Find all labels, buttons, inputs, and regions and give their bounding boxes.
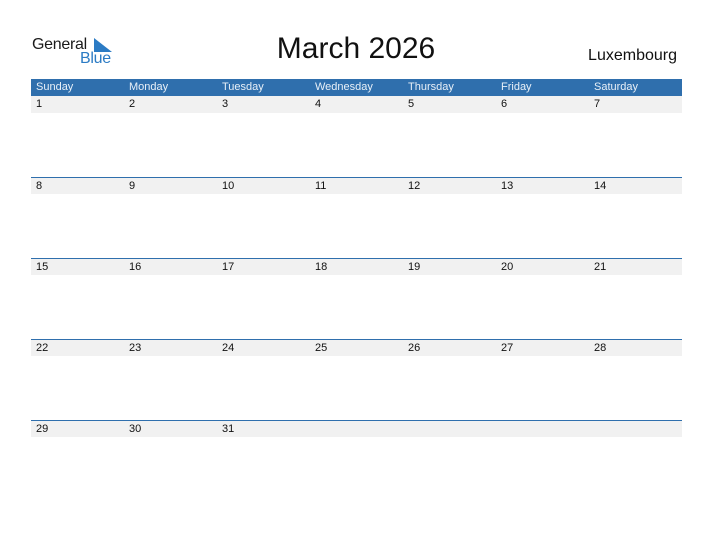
weekday-thursday: Thursday bbox=[408, 81, 454, 93]
date-band: 29 30 31 bbox=[31, 421, 682, 437]
day-cell: 7 bbox=[594, 98, 601, 110]
day-cell: 27 bbox=[501, 342, 514, 354]
day-cell: 21 bbox=[594, 261, 607, 273]
day-cell: 2 bbox=[129, 98, 136, 110]
weekday-tuesday: Tuesday bbox=[222, 81, 264, 93]
date-band: 8 9 10 11 12 13 14 bbox=[31, 178, 682, 194]
day-cell: 11 bbox=[315, 180, 327, 192]
weekday-header: Sunday Monday Tuesday Wednesday Thursday… bbox=[31, 79, 682, 96]
day-cell: 25 bbox=[315, 342, 328, 354]
week-row: 8 9 10 11 12 13 14 bbox=[31, 177, 682, 258]
day-cell: 5 bbox=[408, 98, 415, 110]
day-cell: 24 bbox=[222, 342, 235, 354]
weekday-friday: Friday bbox=[501, 81, 532, 93]
day-cell: 6 bbox=[501, 98, 508, 110]
calendar-grid: Sunday Monday Tuesday Wednesday Thursday… bbox=[31, 79, 682, 501]
weekday-wednesday: Wednesday bbox=[315, 81, 373, 93]
day-cell: 16 bbox=[129, 261, 142, 273]
day-cell: 19 bbox=[408, 261, 421, 273]
week-row: 29 30 31 bbox=[31, 420, 682, 501]
day-cell: 20 bbox=[501, 261, 514, 273]
day-cell: 14 bbox=[594, 180, 607, 192]
day-cell: 9 bbox=[129, 180, 136, 192]
weekday-sunday: Sunday bbox=[36, 81, 74, 93]
day-cell: 12 bbox=[408, 180, 421, 192]
week-row: 1 2 3 4 5 6 7 bbox=[31, 96, 682, 177]
day-cell: 18 bbox=[315, 261, 328, 273]
day-cell: 26 bbox=[408, 342, 421, 354]
day-cell bbox=[589, 421, 682, 437]
day-cell: 28 bbox=[594, 342, 607, 354]
day-cell: 1 bbox=[36, 98, 43, 110]
day-cell: 30 bbox=[129, 423, 142, 435]
day-cell: 23 bbox=[129, 342, 142, 354]
day-cell: 22 bbox=[36, 342, 49, 354]
date-band: 1 2 3 4 5 6 7 bbox=[31, 96, 682, 113]
day-cell: 10 bbox=[222, 180, 235, 192]
date-band: 15 16 17 18 19 20 21 bbox=[31, 259, 682, 275]
day-cell bbox=[496, 421, 589, 437]
day-cell: 4 bbox=[315, 98, 322, 110]
day-cell: 13 bbox=[501, 180, 514, 192]
week-row: 15 16 17 18 19 20 21 bbox=[31, 258, 682, 339]
day-cell: 17 bbox=[222, 261, 235, 273]
country-label: Luxembourg bbox=[588, 47, 677, 64]
day-cell bbox=[310, 421, 403, 437]
week-row: 22 23 24 25 26 27 28 bbox=[31, 339, 682, 420]
day-cell: 3 bbox=[222, 98, 229, 110]
day-cell: 15 bbox=[36, 261, 49, 273]
date-band: 22 23 24 25 26 27 28 bbox=[31, 340, 682, 356]
day-cell: 29 bbox=[36, 423, 49, 435]
weekday-monday: Monday bbox=[129, 81, 169, 93]
weekday-saturday: Saturday bbox=[594, 81, 639, 93]
day-cell bbox=[403, 421, 496, 437]
day-cell: 8 bbox=[36, 180, 43, 192]
day-cell: 31 bbox=[222, 423, 235, 435]
